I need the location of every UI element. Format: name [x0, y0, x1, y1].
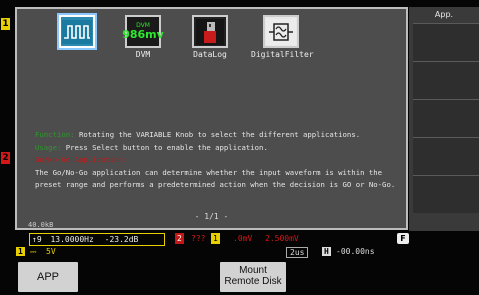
- mount-remote-disk-softkey[interactable]: Mount Remote Disk: [220, 262, 286, 292]
- freq-measurement: ↑9 13.0000Hz -23.2dB: [29, 233, 165, 246]
- timebase[interactable]: 2us: [286, 247, 309, 258]
- function-text: Rotating the VARIABLE Knob to select the…: [78, 130, 361, 139]
- app-description: Function: Rotating the VARIABLE Knob to …: [35, 129, 407, 192]
- usage-text: Press Select button to enable the applic…: [65, 142, 268, 152]
- side-menu: App.: [409, 7, 479, 231]
- function-label: Function:: [35, 130, 75, 139]
- datalog-icon: [192, 15, 228, 48]
- horizontal-position[interactable]: -00.00ns: [336, 247, 375, 256]
- side-menu-title: App.: [434, 10, 454, 19]
- ch1-badge: 1: [211, 233, 220, 244]
- usage-label: Usage:: [35, 142, 62, 152]
- usb-drive-icon: [196, 18, 224, 45]
- app-softkey[interactable]: APP: [18, 262, 78, 292]
- meas-gain: -23.2dB: [104, 235, 139, 244]
- go-nogo-icon: [57, 13, 97, 50]
- waveform-icon: [62, 19, 92, 44]
- ch1-value-2: 2.500mV: [265, 234, 299, 243]
- digital-filter-icon: [263, 15, 299, 48]
- ch1-scale: 5V: [46, 247, 56, 256]
- side-menu-slot-3[interactable]: [413, 99, 479, 137]
- app-datalog[interactable]: DataLog: [180, 15, 240, 59]
- go-nogo-description: The Go/No-Go application can determine w…: [35, 167, 396, 190]
- ch1-coupling-icon: ⎓: [30, 247, 37, 256]
- page-indicator: - 1/1 -: [194, 212, 229, 221]
- side-menu-slot-5[interactable]: [413, 175, 479, 213]
- app-dvm-label: DVM: [135, 50, 151, 59]
- dvm-icon: DVM 986mv: [122, 15, 164, 48]
- channel-status-bar: 1 ⎓ 5V 2us H -00.00ns: [16, 247, 479, 259]
- ch1-value-1: .0mV: [233, 234, 253, 243]
- meas-freq: 13.0000Hz: [50, 235, 94, 244]
- app-selector-popup: DVM 986mv DVM DataLog DigitalFilter Func…: [15, 7, 408, 230]
- ch1-marker: 1: [1, 18, 10, 30]
- mount-label: Mount: [239, 265, 267, 276]
- horizontal-position-icon: H: [322, 247, 331, 256]
- ch2-value: ???: [191, 234, 206, 243]
- meas-channel: ↑9: [32, 235, 42, 244]
- app-dvm[interactable]: DVM 986mv DVM: [113, 15, 173, 59]
- measurement-bar: ↑9 13.0000Hz -23.2dB 2 ??? 1 .0mV 2.500m…: [29, 233, 329, 246]
- app-digitalfilter-label: DigitalFilter: [251, 50, 314, 59]
- scope-screen: 1 2 DVM 986mv DVM DataLog DigitalFilter …: [0, 0, 479, 295]
- ch2-marker: 2: [1, 152, 10, 164]
- remote-disk-label: Remote Disk: [224, 276, 282, 287]
- go-nogo-heading: Go/No-Go Application:: [35, 155, 128, 164]
- side-menu-slot-2[interactable]: [413, 61, 479, 99]
- app-go-nogo[interactable]: [47, 13, 107, 50]
- ch1-scale-badge: 1: [16, 247, 25, 256]
- app-digitalfilter[interactable]: DigitalFilter: [251, 15, 314, 59]
- ch2-badge: 2: [175, 233, 184, 244]
- record-length: 40.0kB: [28, 221, 54, 229]
- filter-wave-icon: [266, 18, 296, 45]
- side-menu-slot-1[interactable]: [413, 23, 479, 61]
- dvm-screen-value: 986mv: [122, 28, 164, 41]
- f-indicator: F: [397, 233, 409, 244]
- side-menu-slot-4[interactable]: [413, 137, 479, 175]
- app-datalog-label: DataLog: [193, 50, 227, 59]
